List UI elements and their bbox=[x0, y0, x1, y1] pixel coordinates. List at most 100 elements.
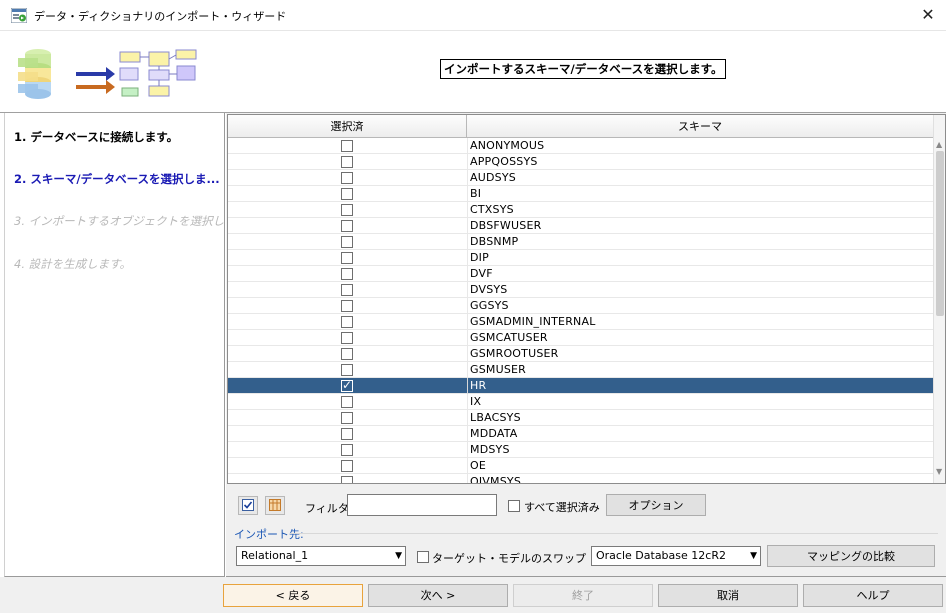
table-row[interactable]: OJVMSYS bbox=[228, 474, 933, 483]
table-row[interactable]: MDSYS bbox=[228, 442, 933, 458]
scroll-thumb[interactable] bbox=[936, 151, 944, 316]
compare-mapping-button[interactable]: マッピングの比較 bbox=[767, 545, 935, 567]
column-header-schema[interactable]: スキーマ bbox=[467, 115, 933, 138]
table-header: 選択済 スキーマ bbox=[228, 115, 933, 138]
swap-target-model-label[interactable]: ターゲット・モデルのスワップ bbox=[432, 550, 586, 566]
next-button[interactable]: 次へ > bbox=[368, 584, 508, 607]
cell-divider bbox=[467, 282, 468, 298]
table-row[interactable]: MDDATA bbox=[228, 426, 933, 442]
wizard-header: インポートするスキーマ/データベースを選択します。 bbox=[0, 31, 946, 113]
filter-input[interactable] bbox=[347, 494, 497, 516]
schema-name: CTXSYS bbox=[470, 203, 514, 216]
scroll-down-icon[interactable]: ▼ bbox=[936, 467, 942, 476]
select-all-button[interactable] bbox=[238, 496, 258, 515]
table-row[interactable]: LBACSYS bbox=[228, 410, 933, 426]
schema-name: IX bbox=[470, 395, 482, 408]
table-row[interactable]: DVSYS bbox=[228, 282, 933, 298]
database-version-select[interactable]: Oracle Database 12cR2 ▼ bbox=[591, 546, 761, 566]
step-select-schema[interactable]: 2. スキーマ/データベースを選択しま... bbox=[14, 171, 224, 187]
row-checkbox[interactable] bbox=[341, 236, 353, 248]
table-row[interactable]: BI bbox=[228, 186, 933, 202]
cell-divider bbox=[467, 138, 468, 154]
row-checkbox[interactable] bbox=[341, 284, 353, 296]
table-row[interactable]: GSMUSER bbox=[228, 362, 933, 378]
row-checkbox[interactable] bbox=[341, 156, 353, 168]
row-checkbox[interactable] bbox=[341, 140, 353, 152]
row-checkbox[interactable] bbox=[341, 348, 353, 360]
row-checkbox[interactable] bbox=[341, 460, 353, 472]
table-view-button[interactable] bbox=[265, 496, 285, 515]
column-header-selected[interactable]: 選択済 bbox=[228, 115, 467, 138]
table-row[interactable]: DVF bbox=[228, 266, 933, 282]
table-body: ANONYMOUS APPQOSSYS AUDSYS BI CTXSYS DBSFWUSE… bbox=[228, 138, 933, 483]
select-all-label[interactable]: すべて選択済み bbox=[524, 499, 600, 515]
table-row[interactable]: IX bbox=[228, 394, 933, 410]
schema-name: MDDATA bbox=[470, 427, 518, 440]
chevron-down-icon: ▼ bbox=[395, 551, 402, 561]
schema-name: OE bbox=[470, 459, 487, 472]
step-instruction: インポートするスキーマ/データベースを選択します。 bbox=[440, 59, 727, 79]
row-checkbox[interactable] bbox=[341, 412, 353, 424]
title-bar: データ・ディクショナリのインポート・ウィザード ✕ bbox=[0, 0, 946, 31]
row-checkbox[interactable] bbox=[341, 364, 353, 376]
table-row[interactable]: OE bbox=[228, 458, 933, 474]
target-model-select[interactable]: Relational_1 ▼ bbox=[236, 546, 406, 566]
row-checkbox[interactable]: ✓ bbox=[341, 378, 353, 392]
table-row[interactable]: GGSYS bbox=[228, 298, 933, 314]
import-target-label: インポート先: bbox=[234, 528, 304, 541]
table-row[interactable]: DIP bbox=[228, 250, 933, 266]
schema-name: GGSYS bbox=[470, 299, 509, 312]
step-select-objects: 3. インポートするオブジェクトを選択しま... bbox=[14, 214, 224, 228]
table-row[interactable]: GSMADMIN_INTERNAL bbox=[228, 314, 933, 330]
swap-target-model-checkbox[interactable] bbox=[417, 551, 429, 563]
schema-name: DBSNMP bbox=[470, 235, 519, 248]
row-checkbox[interactable] bbox=[341, 172, 353, 184]
schema-name: ANONYMOUS bbox=[470, 139, 545, 152]
cell-divider bbox=[467, 362, 468, 378]
schema-name: GSMROOTUSER bbox=[470, 347, 559, 360]
table-row[interactable]: APPQOSSYS bbox=[228, 154, 933, 170]
row-checkbox[interactable] bbox=[341, 268, 353, 280]
schema-name: GSMADMIN_INTERNAL bbox=[470, 315, 596, 328]
finish-button: 終了 bbox=[513, 584, 653, 607]
window-title: データ・ディクショナリのインポート・ウィザード bbox=[34, 10, 287, 23]
options-button[interactable]: オプション bbox=[606, 494, 706, 516]
cell-divider bbox=[467, 298, 468, 314]
step-connect-database[interactable]: 1. データベースに接続します。 bbox=[14, 129, 224, 145]
table-row[interactable]: GSMCATUSER bbox=[228, 330, 933, 346]
table-row[interactable]: ✓ HR bbox=[228, 378, 933, 394]
row-checkbox[interactable] bbox=[341, 316, 353, 328]
cancel-button[interactable]: 取消 bbox=[658, 584, 798, 607]
schema-name: BI bbox=[470, 187, 482, 200]
schema-table: 選択済 スキーマ ANONYMOUS APPQOSSYS AUDSYS BI CTXSY… bbox=[227, 114, 946, 484]
row-checkbox[interactable] bbox=[341, 444, 353, 456]
back-button[interactable]: < 戻る bbox=[223, 584, 363, 607]
table-row[interactable]: DBSFWUSER bbox=[228, 218, 933, 234]
grid-icon bbox=[269, 499, 281, 511]
table-row[interactable]: ANONYMOUS bbox=[228, 138, 933, 154]
help-button[interactable]: ヘルプ bbox=[803, 584, 943, 607]
row-checkbox[interactable] bbox=[341, 476, 353, 483]
cell-divider bbox=[467, 474, 468, 483]
table-row[interactable]: GSMROOTUSER bbox=[228, 346, 933, 362]
row-checkbox[interactable] bbox=[341, 204, 353, 216]
close-icon[interactable]: ✕ bbox=[916, 3, 940, 27]
row-checkbox[interactable] bbox=[341, 220, 353, 232]
row-checkbox[interactable] bbox=[341, 332, 353, 344]
row-checkbox[interactable] bbox=[341, 252, 353, 264]
table-row[interactable]: CTXSYS bbox=[228, 202, 933, 218]
cell-divider bbox=[467, 426, 468, 442]
row-checkbox[interactable] bbox=[341, 188, 353, 200]
vertical-scrollbar[interactable]: ▲ ▼ bbox=[933, 115, 945, 483]
row-checkbox[interactable] bbox=[341, 396, 353, 408]
scroll-up-icon[interactable]: ▲ bbox=[936, 140, 942, 149]
database-version-value: Oracle Database 12cR2 bbox=[596, 549, 726, 562]
table-row[interactable]: DBSNMP bbox=[228, 234, 933, 250]
cell-divider bbox=[467, 314, 468, 330]
row-checkbox[interactable] bbox=[341, 428, 353, 440]
table-row[interactable]: AUDSYS bbox=[228, 170, 933, 186]
cell-divider bbox=[467, 378, 468, 394]
select-all-checkbox[interactable] bbox=[508, 500, 520, 512]
cell-divider bbox=[467, 250, 468, 266]
row-checkbox[interactable] bbox=[341, 300, 353, 312]
